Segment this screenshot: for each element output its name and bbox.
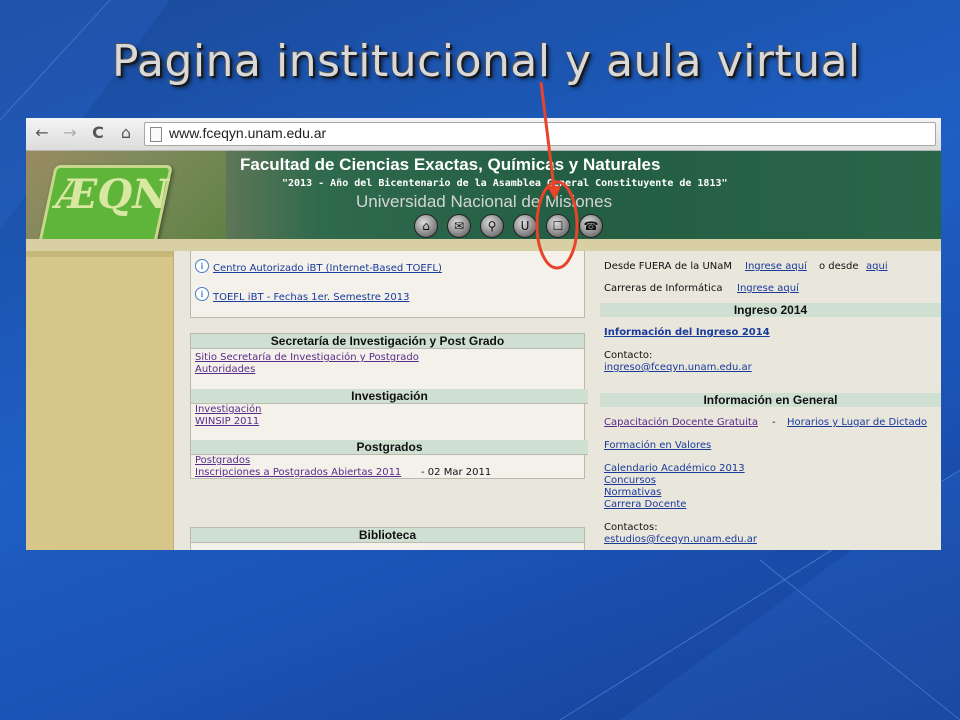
address-bar[interactable]: www.fceqyn.unam.edu.ar bbox=[144, 122, 936, 146]
postgrados-date: - 02 Mar 2011 bbox=[421, 467, 492, 478]
ingreso-info-link[interactable]: Información del Ingreso 2014 bbox=[604, 327, 770, 338]
info-general-header: Información en General bbox=[600, 393, 941, 407]
investigacion-header: Investigación bbox=[191, 389, 588, 404]
calendario-link[interactable]: Calendario Académico 2013 bbox=[604, 463, 745, 474]
logo-text: ÆQN bbox=[56, 171, 169, 218]
mail-nav-icon[interactable]: ✉ bbox=[447, 214, 471, 238]
contactos-label: Contactos: bbox=[604, 522, 658, 533]
o-desde-text: o desde bbox=[819, 261, 859, 272]
ingrese-aqui-link[interactable]: Ingrese aquí bbox=[745, 261, 807, 272]
ingrese-aqui-informatica-link[interactable]: Ingrese aquí bbox=[737, 283, 799, 294]
faculty-title: Facultad de Ciencias Exactas, Químicas y… bbox=[240, 155, 661, 174]
forward-icon[interactable]: → bbox=[60, 123, 80, 143]
url-text: www.fceqyn.unam.edu.ar bbox=[169, 125, 327, 141]
secretaria-site-link[interactable]: Sitio Secretaría de Investigación y Post… bbox=[195, 352, 419, 363]
info-icon: i bbox=[195, 259, 209, 273]
toefl-dates-link[interactable]: TOEFL iBT - Fechas 1er. Semestre 2013 bbox=[213, 292, 409, 303]
header-strip bbox=[26, 239, 941, 251]
logo-area: ÆQN bbox=[26, 151, 226, 251]
biblioteca-box: Biblioteca bbox=[190, 527, 585, 550]
concursos-link[interactable]: Concursos bbox=[604, 475, 656, 486]
home-icon[interactable]: ⌂ bbox=[116, 123, 136, 143]
capacitacion-link[interactable]: Capacitación Docente Gratuita bbox=[604, 417, 758, 428]
virtual-classroom-nav-icon[interactable]: ☐ bbox=[546, 214, 570, 238]
contacto-label: Contacto: bbox=[604, 350, 653, 361]
browser-screenshot: ← → C ⌂ www.fceqyn.unam.edu.ar ÆQN Facul… bbox=[26, 118, 941, 550]
postgrados-link[interactable]: Postgrados bbox=[195, 455, 250, 466]
aqui-link[interactable]: aqui bbox=[866, 261, 888, 272]
formacion-link[interactable]: Formación en Valores bbox=[604, 440, 711, 451]
search-nav-icon[interactable]: ⚲ bbox=[480, 214, 504, 238]
postgrados-inscripciones-link[interactable]: Inscripciones a Postgrados Abiertas 2011 bbox=[195, 467, 401, 478]
phone-nav-icon[interactable]: ☎ bbox=[579, 214, 603, 238]
ingreso-email-link[interactable]: ingreso@fceqyn.unam.edu.ar bbox=[604, 362, 752, 373]
reload-icon[interactable]: C bbox=[88, 123, 108, 143]
investigacion-link[interactable]: Investigación bbox=[195, 404, 261, 415]
browser-toolbar: ← → C ⌂ www.fceqyn.unam.edu.ar bbox=[26, 118, 941, 151]
dash-separator: - bbox=[772, 417, 776, 428]
page-icon bbox=[150, 127, 162, 142]
desde-fuera-text: Desde FUERA de la UNaM bbox=[604, 261, 733, 272]
slide-title: Pagina institucional y aula virtual bbox=[112, 36, 861, 87]
secretaria-box: Secretaría de Investigación y Post Grado… bbox=[190, 333, 588, 479]
carrera-docente-link[interactable]: Carrera Docente bbox=[604, 499, 686, 510]
university-nav-icon[interactable]: U bbox=[513, 214, 537, 238]
toefl-box: i Centro Autorizado iBT (Internet-Based … bbox=[190, 251, 585, 318]
faculty-subtitle: "2013 - Año del Bicentenario de la Asamb… bbox=[282, 178, 728, 189]
autoridades-link[interactable]: Autoridades bbox=[195, 364, 255, 375]
winsip-link[interactable]: WINSIP 2011 bbox=[195, 416, 259, 427]
estudios-email-link[interactable]: estudios@fceqyn.unam.edu.ar bbox=[604, 534, 757, 545]
home-nav-icon[interactable]: ⌂ bbox=[414, 214, 438, 238]
biblioteca-header: Biblioteca bbox=[191, 528, 584, 543]
main-content: i Centro Autorizado iBT (Internet-Based … bbox=[174, 251, 941, 550]
carreras-text: Carreras de Informática bbox=[604, 283, 723, 294]
info-icon: i bbox=[195, 287, 209, 301]
toefl-center-link[interactable]: Centro Autorizado iBT (Internet-Based TO… bbox=[213, 263, 442, 274]
left-sidebar-top bbox=[26, 251, 173, 257]
ingreso-header: Ingreso 2014 bbox=[600, 303, 941, 317]
university-name: Universidad Nacional de Misiones bbox=[356, 192, 613, 211]
normativas-link[interactable]: Normativas bbox=[604, 487, 661, 498]
horarios-link[interactable]: Horarios y Lugar de Dictado bbox=[787, 417, 927, 428]
postgrados-header: Postgrados bbox=[191, 440, 588, 455]
left-sidebar bbox=[26, 251, 174, 550]
back-icon[interactable]: ← bbox=[32, 123, 52, 143]
site-header: ÆQN Facultad de Ciencias Exactas, Químic… bbox=[26, 151, 941, 251]
secretaria-header: Secretaría de Investigación y Post Grado bbox=[191, 334, 584, 349]
